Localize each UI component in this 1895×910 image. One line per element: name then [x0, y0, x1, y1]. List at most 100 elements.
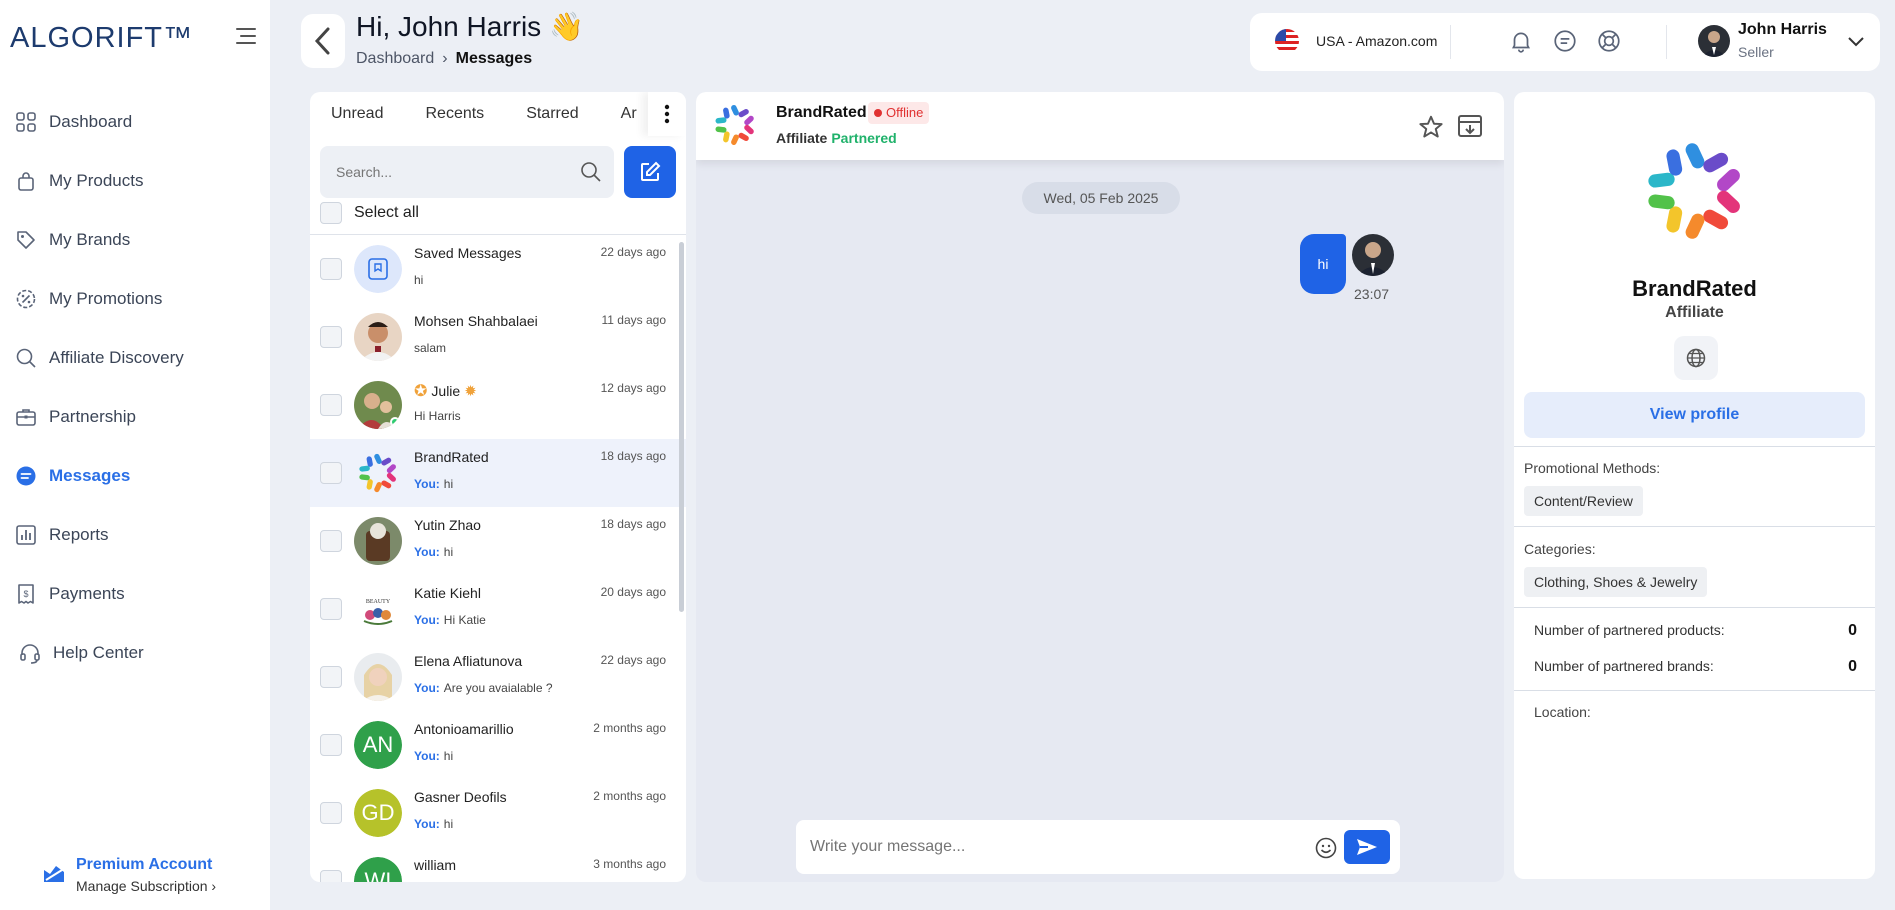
- row-checkbox[interactable]: [320, 394, 342, 416]
- logo-text: ALGORIFT™: [10, 21, 194, 54]
- brandrated-logo: [1648, 143, 1740, 239]
- message-tabs: Unread Recents Starred Ar: [310, 92, 686, 136]
- tab-starred[interactable]: Starred: [505, 105, 599, 123]
- you-label: You:: [414, 681, 440, 695]
- avatar: [354, 653, 402, 701]
- tab-unread[interactable]: Unread: [310, 105, 404, 123]
- breadcrumb-dashboard[interactable]: Dashboard: [356, 50, 434, 68]
- nav-item-my-products[interactable]: My Products: [0, 151, 270, 210]
- conversation-row[interactable]: ✪ Julie ✹ Hi Harris 12 days ago: [310, 371, 686, 439]
- date-separator: Wed, 05 Feb 2025: [1022, 182, 1180, 214]
- row-checkbox[interactable]: [320, 462, 342, 484]
- avatar-initials: GD: [361, 800, 395, 825]
- conversation-row[interactable]: Yutin Zhao You: hi 18 days ago: [310, 507, 686, 575]
- row-checkbox[interactable]: [320, 258, 342, 280]
- promo-method-chip: Content/Review: [1524, 486, 1643, 516]
- nav-label: Help Center: [53, 642, 144, 662]
- conversation-time: 2 months ago: [593, 721, 666, 735]
- manage-subscription-link[interactable]: Manage Subscription ›: [76, 878, 216, 894]
- profile-name: BrandRated: [1632, 276, 1757, 301]
- avatar: [354, 245, 402, 293]
- star-icon[interactable]: [1418, 114, 1444, 140]
- compose-button[interactable]: [624, 146, 676, 198]
- chat-contact-name: BrandRated: [776, 104, 867, 121]
- nav-item-dashboard[interactable]: Dashboard: [0, 92, 270, 151]
- conversation-time: 18 days ago: [600, 449, 666, 463]
- you-label: You:: [414, 477, 440, 491]
- website-button[interactable]: [1674, 336, 1718, 380]
- conversation-row[interactable]: Elena Afliatunova You: Are you avaialable …: [310, 643, 686, 711]
- menu-toggle-icon[interactable]: [232, 24, 256, 48]
- logo[interactable]: ALGORIFT™: [10, 18, 193, 58]
- archive-icon[interactable]: [1456, 112, 1484, 140]
- conversation-row[interactable]: AN Antonioamarillio You: hi 2 months ago: [310, 711, 686, 779]
- category-chip: Clothing, Shoes & Jewelry: [1524, 567, 1708, 597]
- online-indicator: [390, 417, 400, 427]
- wave-icon: 👋: [548, 11, 584, 42]
- nav-item-reports[interactable]: Reports: [0, 505, 270, 564]
- conversation-name: Mohsen Shahbalaei: [414, 313, 538, 329]
- row-checkbox[interactable]: [320, 598, 342, 620]
- conversation-row[interactable]: Mohsen Shahbalaei salam 11 days ago: [310, 303, 686, 371]
- star-badge-icon: ✪: [414, 383, 428, 400]
- nav-item-my-brands[interactable]: My Brands: [0, 210, 270, 269]
- headset-icon: [18, 641, 42, 665]
- conversation-row[interactable]: WI william 3 months ago: [310, 847, 686, 882]
- row-checkbox[interactable]: [320, 530, 342, 552]
- select-all-checkbox[interactable]: [320, 202, 342, 224]
- nav-item-payments[interactable]: $ Payments: [0, 564, 270, 623]
- send-button[interactable]: [1344, 830, 1390, 864]
- you-label: You:: [414, 749, 440, 763]
- globe-icon: [1686, 348, 1706, 368]
- nav-label: Payments: [49, 583, 125, 603]
- edit-icon: [641, 161, 661, 181]
- support-lifebuoy-icon[interactable]: [1596, 28, 1622, 54]
- nav-label: Reports: [49, 524, 109, 544]
- select-all-label: Select all: [354, 204, 419, 221]
- conversation-row[interactable]: GD Gasner Deofils You: hi 2 months ago: [310, 779, 686, 847]
- page-title: Hi, John Harris 👋: [356, 11, 584, 42]
- conversation-row[interactable]: BEAUTY Katie Kiehl You: Hi Katie 20 days ago: [310, 575, 686, 643]
- nav-item-help-center[interactable]: Help Center: [0, 623, 270, 682]
- marketplace-selector[interactable]: USA - Amazon.com: [1316, 33, 1437, 49]
- divider: [1514, 526, 1875, 527]
- row-checkbox[interactable]: [320, 326, 342, 348]
- search-input[interactable]: [320, 146, 560, 198]
- row-checkbox[interactable]: [320, 870, 342, 882]
- categories-label: Categories:: [1524, 541, 1596, 557]
- conversation-preview: You: hi: [414, 545, 454, 559]
- tab-recents[interactable]: Recents: [404, 105, 505, 123]
- partner-status: Partnered: [831, 130, 897, 146]
- row-checkbox[interactable]: [320, 734, 342, 756]
- conversation-row[interactable]: Saved Messages hi 22 days ago: [310, 235, 686, 303]
- back-button[interactable]: [301, 14, 345, 68]
- chat-bubble-icon[interactable]: [1552, 28, 1578, 54]
- svg-text:$: $: [23, 589, 28, 599]
- avatar: [354, 449, 402, 497]
- conversation-name: william: [414, 857, 456, 873]
- row-checkbox[interactable]: [320, 802, 342, 824]
- avatar: [354, 381, 402, 429]
- conversation-row[interactable]: BrandRated You: hi 18 days ago: [310, 439, 686, 507]
- row-checkbox[interactable]: [320, 666, 342, 688]
- breadcrumb: Dashboard › Messages: [356, 50, 532, 68]
- nav-item-my-promotions[interactable]: My Promotions: [0, 269, 270, 328]
- list-scrollbar[interactable]: [679, 242, 684, 612]
- nav-item-affiliate-discovery[interactable]: Affiliate Discovery: [0, 328, 270, 387]
- avatar: WI: [354, 857, 402, 882]
- chevron-down-icon[interactable]: [1846, 31, 1866, 51]
- nav-item-partnership[interactable]: Partnership: [0, 387, 270, 446]
- user-avatar[interactable]: [1698, 25, 1730, 57]
- emoji-icon[interactable]: [1314, 836, 1338, 860]
- conversation-time: 2 months ago: [593, 789, 666, 803]
- view-profile-button[interactable]: View profile: [1524, 392, 1865, 438]
- more-vertical-icon[interactable]: [648, 92, 686, 136]
- conversation-time: 11 days ago: [601, 313, 667, 327]
- nav-label: My Brands: [49, 229, 131, 249]
- gear-badge-icon: ✹: [464, 383, 477, 400]
- search-icon[interactable]: [580, 161, 602, 183]
- divider: [1514, 446, 1875, 447]
- message-input[interactable]: [796, 820, 1296, 874]
- nav-item-messages[interactable]: Messages: [0, 446, 270, 505]
- bell-icon[interactable]: [1508, 28, 1534, 54]
